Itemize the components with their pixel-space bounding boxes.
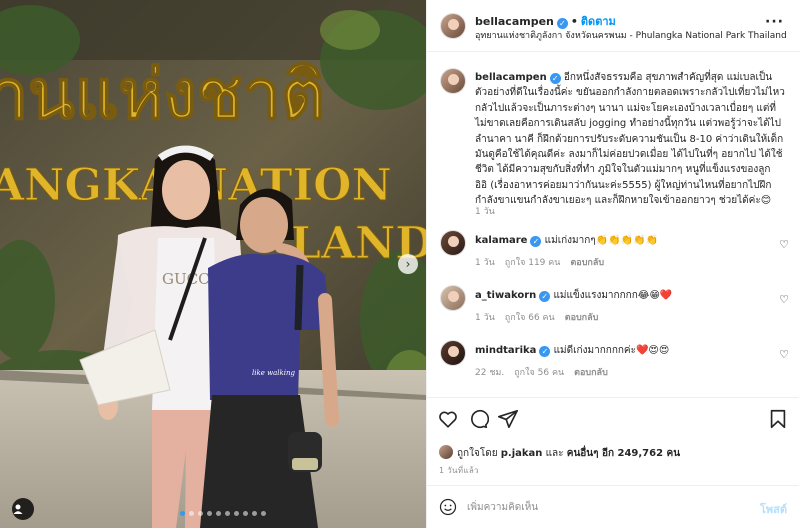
post-sidebar: bellacampen ✓ • ติดตาม อุทยานแห่งชาติภูลังก… (426, 0, 800, 528)
post-comment-button[interactable]: โพสต์ (760, 500, 787, 518)
comment-icon[interactable] (467, 408, 490, 430)
comment-meta: 22 ชม. ถูกใจ 56 คน ตอบกลับ (475, 365, 618, 379)
comment-text: แม่เก่งมากๆ👏👏👏👏👏 (544, 235, 658, 246)
post-header: bellacampen ✓ • ติดตาม อุทยานแห่งชาติภูลังก… (427, 0, 800, 52)
photo-illustration: านแห่งชาติ ANGKA NATION LAND GUCCI like … (0, 0, 426, 528)
caption-time: 1 วัน (475, 207, 495, 217)
comments-list[interactable]: bellacampen ✓ อีกหนึ่งสัจธรรมคือ สุขภาพสำ… (427, 52, 799, 397)
likes-joiner: และ (545, 448, 564, 459)
comment-username[interactable]: mindtarika (475, 345, 536, 356)
carousel-dot[interactable] (234, 511, 239, 516)
carousel-dots (180, 511, 266, 516)
sign-thai-text: านแห่งชาติ (0, 55, 325, 135)
comment-likes[interactable]: ถูกใจ 119 คน (505, 258, 561, 268)
carousel-dot[interactable] (225, 511, 230, 516)
comment-avatar[interactable] (440, 285, 466, 311)
reply-button[interactable]: ตอบกลับ (570, 258, 604, 268)
post-actions: ถูกใจโดย p.jakan และ คนอื่นๆ อีก 249,762… (427, 397, 799, 485)
bookmark-icon[interactable] (767, 408, 789, 430)
author-username[interactable]: bellacampen (475, 15, 554, 28)
post-timestamp[interactable]: 1 วันที่แล้ว (439, 464, 479, 477)
reply-button[interactable]: ตอบกลับ (574, 368, 608, 378)
post-photo[interactable]: านแห่งชาติ ANGKA NATION LAND GUCCI like … (0, 0, 426, 528)
carousel-next-button[interactable]: › (398, 254, 418, 274)
comment-body: a_tiwakorn ✓ แม่แข็งแรงมากกกก😂😁❤️ (475, 288, 672, 303)
comment-time: 22 ชม. (475, 368, 505, 378)
verified-icon: ✓ (539, 346, 551, 357)
verified-icon: ✓ (549, 73, 561, 84)
follow-button[interactable]: ติดตาม (581, 15, 616, 28)
comment-text: แม่ดีเก่งมากกกกค่ะ❤️😍😍 (553, 345, 670, 356)
comment-meta: 1 วัน ถูกใจ 119 คน ตอบกลับ (475, 255, 614, 269)
smiley-icon[interactable] (439, 498, 457, 516)
comment-time: 1 วัน (475, 313, 495, 323)
add-comment-bar: โพสต์ (427, 485, 799, 528)
separator-dot: • (570, 15, 578, 28)
carousel-dot[interactable] (261, 511, 266, 516)
carousel-dot[interactable] (198, 511, 203, 516)
send-icon[interactable] (497, 408, 519, 430)
comment-avatar[interactable] (440, 340, 466, 366)
comment-like-icon[interactable]: ♡ (779, 238, 789, 251)
heart-icon[interactable] (437, 408, 459, 430)
caption-text: อีกหนึ่งสัจธรรมคือ สุขภาพสำคัญที่สุด แม่… (475, 72, 785, 207)
comment-input[interactable] (467, 496, 737, 518)
comment-body: mindtarika ✓ แม่ดีเก่งมากกกกค่ะ❤️😍😍 (475, 343, 669, 358)
comment-avatar[interactable] (440, 230, 466, 256)
reply-button[interactable]: ตอบกลับ (565, 313, 599, 323)
comment-like-icon[interactable]: ♡ (779, 293, 789, 306)
liker-username[interactable]: p.jakan (501, 448, 543, 459)
comment-username[interactable]: kalamare (475, 235, 527, 246)
comment-item: a_tiwakorn ✓ แม่แข็งแรงมากกกก😂😁❤️ 1 วัน ถู… (427, 285, 799, 345)
verified-icon: ✓ (539, 291, 551, 302)
comment-item: kalamare ✓ แม่เก่งมากๆ👏👏👏👏👏 1 วัน ถูกใจ 11… (427, 230, 799, 290)
author-avatar[interactable] (440, 13, 466, 39)
post-location[interactable]: อุทยานแห่งชาติภูลังกา จังหวัดนครพนม - Ph… (475, 28, 787, 42)
carousel-dot[interactable] (180, 511, 185, 516)
comment-like-icon[interactable]: ♡ (779, 348, 789, 361)
comment-time: 1 วัน (475, 258, 495, 268)
caption-avatar[interactable] (440, 68, 466, 94)
comment-text: แม่แข็งแรงมากกกก😂😁❤️ (553, 290, 673, 301)
carousel-dot[interactable] (216, 511, 221, 516)
more-horizontal-icon[interactable]: ··· (765, 14, 784, 30)
carousel-dot[interactable] (207, 511, 212, 516)
comment-body: kalamare ✓ แม่เก่งมากๆ👏👏👏👏👏 (475, 233, 658, 248)
tshirt-text: like walking (252, 369, 295, 377)
liker-avatar[interactable] (439, 445, 453, 459)
likes-prefix: ถูกใจโดย (457, 448, 498, 459)
verified-icon: ✓ (530, 236, 542, 247)
carousel-dot[interactable] (252, 511, 257, 516)
comment-item: mindtarika ✓ แม่ดีเก่งมากกกกค่ะ❤️😍😍 22 ชม… (427, 340, 799, 397)
comment-likes[interactable]: ถูกใจ 66 คน (505, 313, 555, 323)
comment-username[interactable]: a_tiwakorn (475, 290, 536, 301)
person-tag-icon[interactable] (12, 498, 34, 520)
carousel-dot[interactable] (189, 511, 194, 516)
caption-username[interactable]: bellacampen (475, 72, 547, 83)
comment-likes[interactable]: ถูกใจ 56 คน (514, 368, 564, 378)
caption-text-block: bellacampen ✓ อีกหนึ่งสัจธรรมคือ สุขภาพสำ… (475, 70, 785, 209)
likes-others[interactable]: คนอื่นๆ อีก 249,762 คน (567, 448, 680, 459)
comment-meta: 1 วัน ถูกใจ 66 คน ตอบกลับ (475, 310, 608, 324)
carousel-dot[interactable] (243, 511, 248, 516)
likes-summary: ถูกใจโดย p.jakan และ คนอื่นๆ อีก 249,762… (439, 445, 680, 461)
